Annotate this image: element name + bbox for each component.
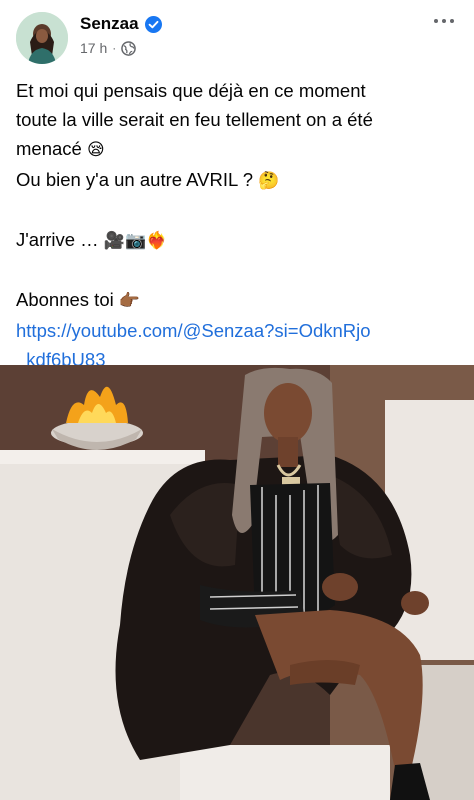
avatar[interactable] [16,12,68,64]
meta-separator: · [112,41,117,55]
post-text-line: Abonnes toi 👉🏾 [16,289,141,311]
verified-badge-icon [144,15,162,33]
youtube-link[interactable]: https://youtube.com/@Senzaa?si=OdknRjo [16,316,462,345]
author-name[interactable]: Senzaa [80,14,139,34]
post-photo[interactable] [0,365,474,800]
post-text-line: menacé 😪 [16,138,105,160]
camera-emoji-icon: 🎥📷 [103,231,147,251]
post-text-line: Ou bien y'a un autre AVRIL ? 🤔 [16,169,280,191]
more-options-icon[interactable] [434,16,456,26]
post-text-line: toute la ville serait en feu tellement o… [16,109,373,130]
post-text-line: J'arrive … 🎥📷❤️‍🔥 [16,229,168,251]
post-text-line: Et moi qui pensais que déjà en ce moment [16,80,366,101]
post-header: Senzaa 17 h · [0,0,474,72]
globe-icon [121,40,137,56]
post-text: Et moi qui pensais que déjà en ce moment… [16,76,462,374]
post-time[interactable]: 17 h [80,40,107,56]
post-meta: 17 h · [80,40,137,56]
point-right-emoji-icon: 👉🏾 [118,291,141,311]
thinking-emoji-icon: 🤔 [258,171,280,191]
heart-fire-emoji-icon: ❤️‍🔥 [146,231,168,251]
sleepy-emoji-icon: 😪 [86,140,105,160]
